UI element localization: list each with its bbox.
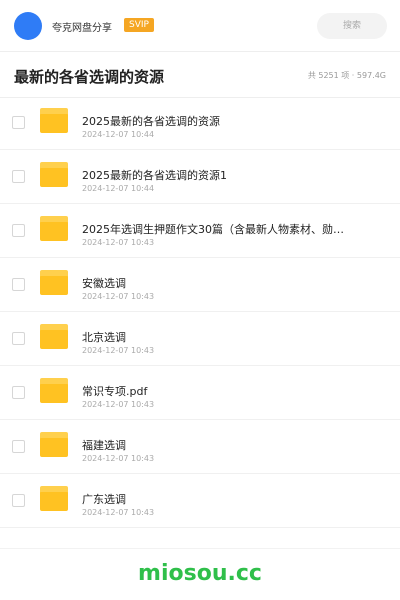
- file-name[interactable]: 北京选调: [82, 329, 352, 345]
- folder-icon: [40, 162, 68, 187]
- page-title: 最新的各省选调的资源: [14, 68, 165, 86]
- file-date: 2024-12-07 10:44: [82, 130, 155, 139]
- file-list: 2025最新的各省选调的资源 2024-12-07 10:44 2025最新的各…: [0, 96, 400, 528]
- row-checkbox[interactable]: [12, 170, 25, 183]
- file-name[interactable]: 2025最新的各省选调的资源1: [82, 167, 352, 183]
- file-stats: 共 5251 项 · 597.4G: [307, 71, 386, 80]
- file-row[interactable]: 2025最新的各省选调的资源 2024-12-07 10:44: [0, 96, 400, 150]
- row-checkbox[interactable]: [12, 386, 25, 399]
- file-name[interactable]: 2025最新的各省选调的资源: [82, 113, 352, 129]
- file-name[interactable]: 常识专项.pdf: [82, 383, 352, 399]
- top-header: 夸克网盘分享 SVIP 搜索: [0, 0, 400, 52]
- row-checkbox[interactable]: [12, 278, 25, 291]
- file-date: 2024-12-07 10:43: [82, 400, 155, 409]
- row-checkbox[interactable]: [12, 494, 25, 507]
- file-date: 2024-12-07 10:43: [82, 508, 155, 517]
- file-date: 2024-12-07 10:43: [82, 454, 155, 463]
- folder-icon: [40, 216, 68, 241]
- file-name[interactable]: 安徽选调: [82, 275, 352, 291]
- row-checkbox[interactable]: [12, 332, 25, 345]
- file-name[interactable]: 广东选调: [82, 491, 352, 507]
- watermark-bar: miosou.cc: [0, 548, 400, 600]
- file-name[interactable]: 2025年选调生押题作文30篇（含最新人物素材、勋…: [82, 221, 352, 237]
- folder-icon: [40, 432, 68, 457]
- file-row[interactable]: 广东选调 2024-12-07 10:43: [0, 474, 400, 528]
- file-date: 2024-12-07 10:43: [82, 292, 155, 301]
- file-row[interactable]: 福建选调 2024-12-07 10:43: [0, 420, 400, 474]
- user-name[interactable]: 夸克网盘分享: [52, 19, 112, 34]
- svip-badge: SVIP: [124, 18, 154, 32]
- file-date: 2024-12-07 10:43: [82, 346, 155, 355]
- row-checkbox[interactable]: [12, 440, 25, 453]
- folder-icon: [40, 378, 68, 403]
- row-checkbox[interactable]: [12, 116, 25, 129]
- folder-icon: [40, 108, 68, 133]
- file-row[interactable]: 常识专项.pdf 2024-12-07 10:43: [0, 366, 400, 420]
- file-name[interactable]: 福建选调: [82, 437, 352, 453]
- title-bar: 最新的各省选调的资源 共 5251 项 · 597.4G: [0, 52, 400, 98]
- folder-icon: [40, 324, 68, 349]
- file-row[interactable]: 2025年选调生押题作文30篇（含最新人物素材、勋… 2024-12-07 10…: [0, 204, 400, 258]
- folder-icon: [40, 270, 68, 295]
- folder-icon: [40, 486, 68, 511]
- search-input[interactable]: 搜索: [317, 13, 387, 39]
- file-row[interactable]: 2025最新的各省选调的资源1 2024-12-07 10:44: [0, 150, 400, 204]
- watermark-text: miosou.cc: [138, 561, 262, 586]
- file-row[interactable]: 安徽选调 2024-12-07 10:43: [0, 258, 400, 312]
- file-date: 2024-12-07 10:44: [82, 184, 155, 193]
- file-row[interactable]: 北京选调 2024-12-07 10:43: [0, 312, 400, 366]
- row-checkbox[interactable]: [12, 224, 25, 237]
- file-date: 2024-12-07 10:43: [82, 238, 155, 247]
- avatar[interactable]: [14, 12, 42, 40]
